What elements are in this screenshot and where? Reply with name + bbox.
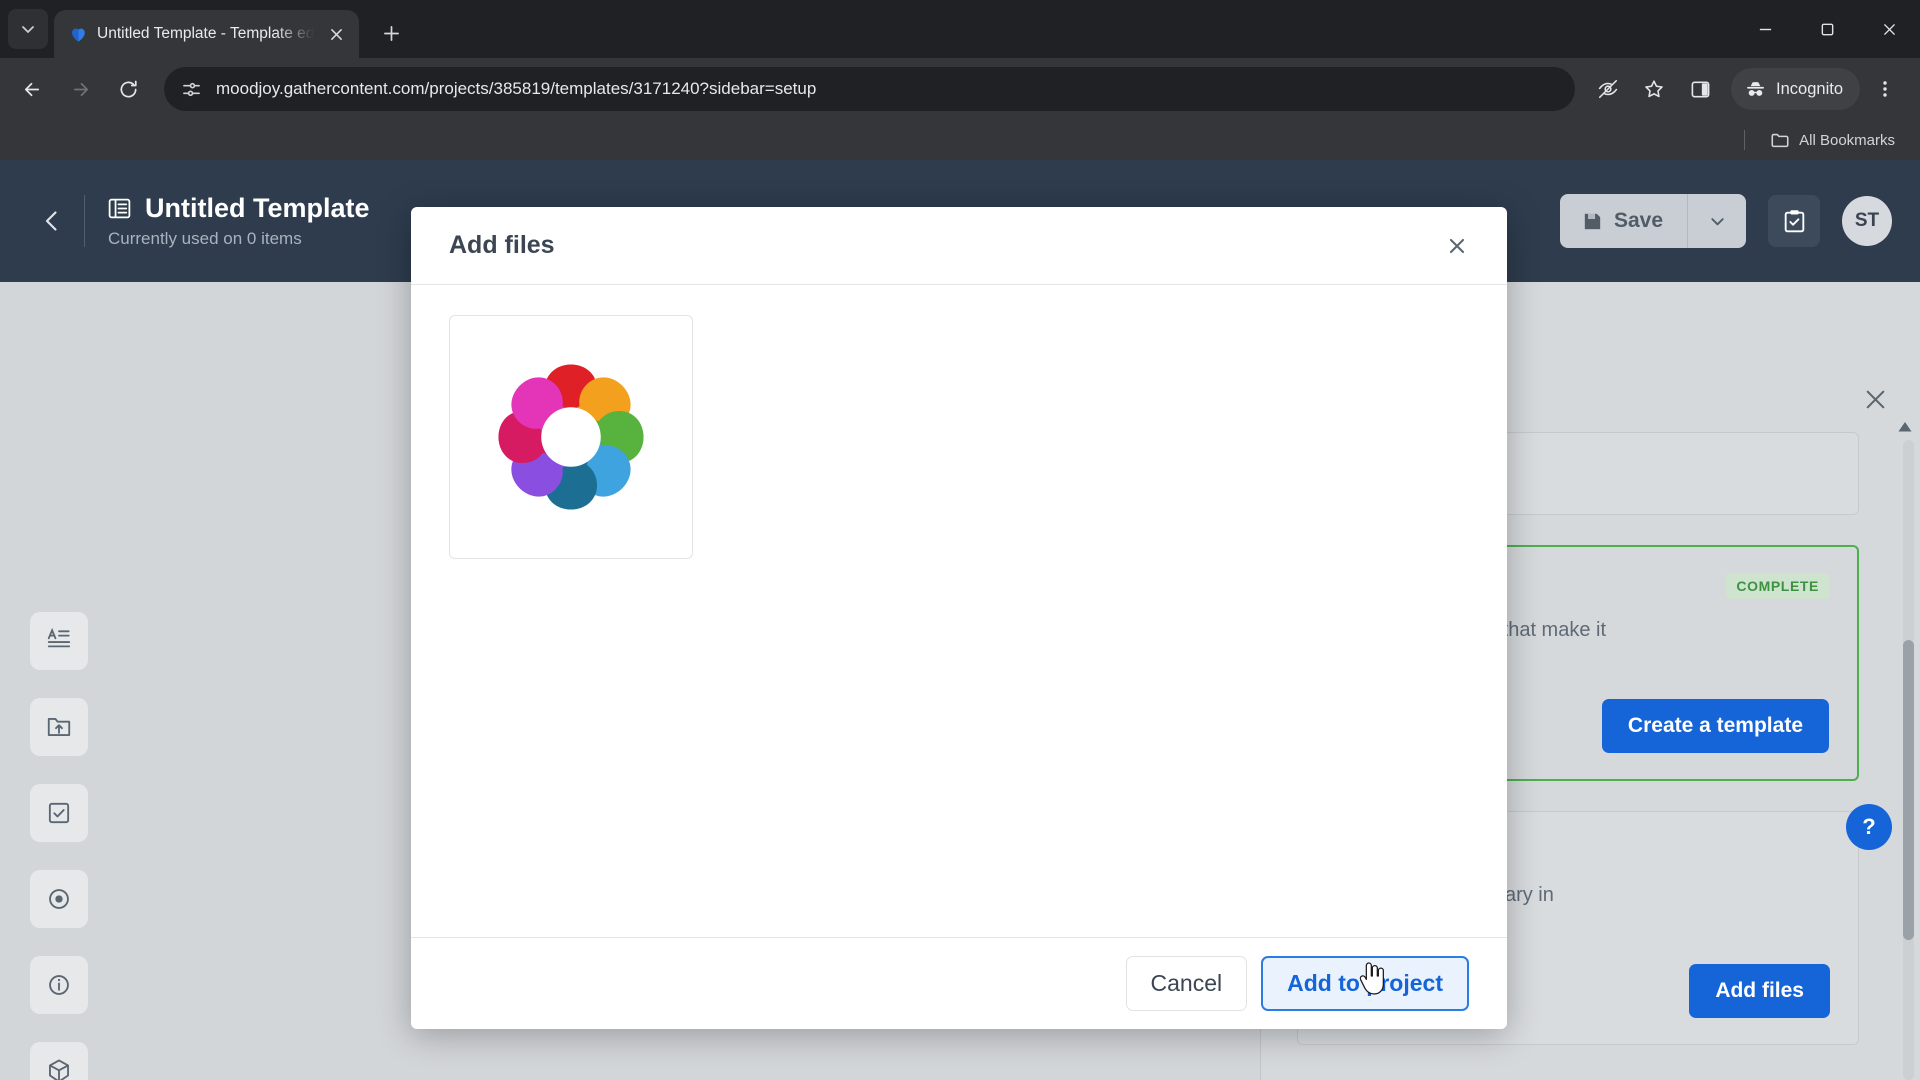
modal-title: Add files [449,231,555,259]
modal-header: Add files [411,207,1507,285]
modal-body [411,285,1507,937]
browser-window: Untitled Template - Template ed moodjoy.… [0,0,1920,1080]
cancel-button[interactable]: Cancel [1125,956,1248,1011]
modal-overlay: Add files Cancel Add to project [0,0,1920,1080]
modal-footer: Cancel Add to project [411,937,1507,1029]
file-grid [449,315,1469,559]
modal-close-button[interactable] [1437,226,1477,266]
people-circle-teamwork-thumbnail [478,344,664,530]
add-files-modal: Add files Cancel Add to project [411,207,1507,1029]
file-tile[interactable] [449,315,693,559]
add-to-project-button[interactable]: Add to project [1261,956,1469,1011]
